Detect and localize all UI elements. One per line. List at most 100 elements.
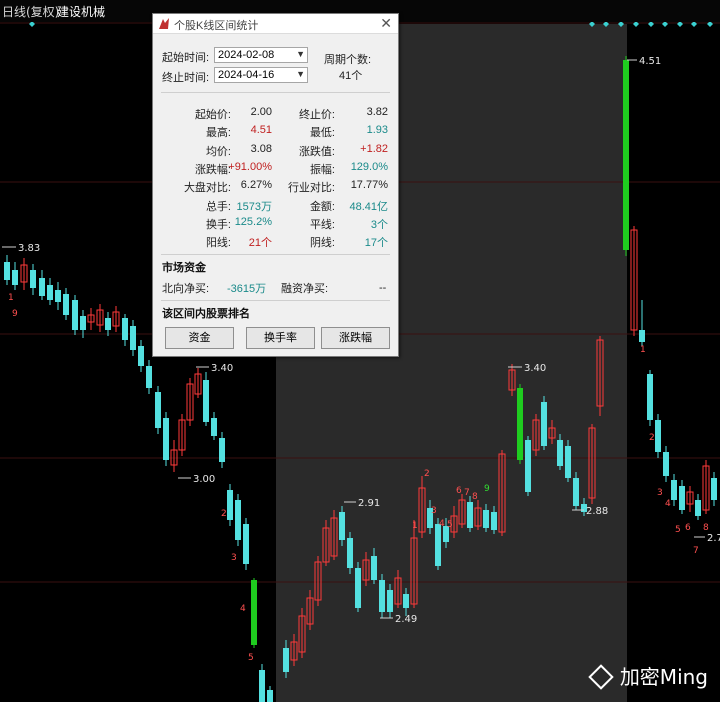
candle-body-down (122, 318, 128, 340)
sequence-count: 7 (693, 546, 699, 556)
candle-body-down (467, 502, 473, 528)
label-2-49: 2.49 (395, 614, 417, 625)
candle-body-down (267, 690, 273, 702)
candle-body-down (155, 392, 161, 428)
chart-type-label[interactable]: 日线(复权) (2, 3, 59, 20)
candle-body-down (283, 648, 289, 672)
candle-body-down (63, 294, 69, 315)
watermark-text: 加密Ming (619, 665, 708, 689)
label-3-40-left: 3.40 (211, 363, 233, 374)
close-icon[interactable]: ✕ (380, 15, 392, 32)
stock-name-label: 建设机械 (57, 5, 106, 19)
end-date-select[interactable]: 2024-04-16 ▼ (214, 67, 308, 83)
label-3-83: 3.83 (18, 243, 40, 254)
candle-body-down (80, 316, 86, 330)
candle-body-down (146, 366, 152, 388)
app-logo-icon (159, 18, 169, 29)
sequence-count: 5 (675, 525, 681, 535)
stat-label: 阴线: (309, 237, 335, 250)
candle-body-down (483, 510, 489, 528)
rank-by-turnover-button[interactable]: 换手率 (246, 327, 315, 349)
rank-by-funds-button[interactable]: 资金 (165, 327, 234, 349)
start-date-value: 2024-02-08 (218, 49, 275, 61)
stat-label: 涨跌幅: (194, 163, 231, 176)
sequence-count: 1 (412, 521, 418, 531)
stat-value: 48.41亿 (349, 200, 388, 213)
candle-body-down (130, 326, 136, 350)
stat-value: 1.93 (366, 124, 388, 137)
sequence-count: 6 (456, 486, 462, 496)
candle-body-down (55, 290, 61, 302)
stat-value: 129.0% (350, 160, 388, 173)
candle-body-down (655, 420, 661, 452)
stat-label: 阳线: (205, 237, 231, 250)
label-2-7: 2.7 (707, 533, 720, 544)
candle-body-highlight (251, 580, 257, 645)
stat-value: +1.82 (360, 142, 388, 155)
candle-body-down (663, 452, 669, 476)
start-time-label: 起始时间: (162, 52, 210, 64)
label-3-00: 3.00 (193, 474, 215, 485)
sequence-count: 8 (703, 523, 709, 533)
interval-stats-dialog[interactable]: 个股K线区间统计 ✕ 起始时间: 2024-02-08 ▼ 终止时间: 2024… (152, 13, 399, 357)
candle-body-down (557, 440, 563, 466)
stat-label: 总手: (205, 200, 231, 213)
watermark: 加密Ming (588, 661, 708, 690)
stat-value: 4.51 (250, 124, 272, 137)
rank-by-change-button[interactable]: 涨跌幅 (321, 327, 390, 349)
margin-net-buy-label: 融资净买: (281, 283, 329, 295)
chevron-down-icon[interactable]: ▼ (296, 69, 305, 79)
divider (161, 300, 390, 301)
candle-body-down (227, 490, 233, 520)
sequence-count: 1 (8, 293, 14, 303)
candle-body-down (259, 670, 265, 702)
period-count-label: 周期个数: (324, 54, 372, 66)
stat-label: 换手: (205, 218, 231, 231)
north-net-buy-value: -3615万 (227, 283, 267, 295)
margin-net-buy-value: -- (379, 282, 387, 294)
candle-body-down (639, 330, 645, 342)
stat-label: 均价: (205, 145, 231, 158)
sequence-count: 4 (439, 519, 445, 529)
stat-value: 3.82 (366, 106, 388, 118)
sequence-count: 1 (640, 345, 646, 355)
candle-body-down (525, 440, 531, 492)
label-2-91: 2.91 (358, 498, 380, 509)
start-date-select[interactable]: 2024-02-08 ▼ (214, 47, 308, 63)
candle-body-down (695, 500, 701, 516)
stat-label: 大盘对比: (183, 182, 231, 195)
candle-body-down (403, 594, 409, 608)
stat-value: 1573万 (236, 200, 272, 213)
candle-body-down (4, 262, 10, 280)
stat-label: 行业对比: (287, 182, 335, 195)
chevron-down-icon[interactable]: ▼ (296, 49, 305, 59)
stat-value: 3.08 (250, 142, 272, 155)
sequence-count: 8 (472, 492, 478, 502)
candle-body-highlight (623, 60, 629, 250)
candle-body-down (243, 524, 249, 564)
candle-body-down (105, 318, 111, 330)
candle-body-down (47, 285, 53, 300)
period-count-value: 41个 (339, 70, 363, 82)
divider (161, 254, 390, 255)
candle-body-down (12, 270, 18, 285)
sequence-count: 2 (424, 469, 430, 479)
sequence-count: 9 (12, 309, 18, 319)
stat-value: 6.27% (240, 179, 272, 192)
stat-label: 最高: (205, 127, 231, 140)
label-2-88: 2.88 (586, 506, 608, 517)
sequence-count: 9 (484, 484, 490, 494)
candle-body-down (435, 524, 441, 566)
candle-body-down (541, 402, 547, 446)
candle-body-down (211, 418, 217, 436)
sequence-count: 2 (221, 509, 227, 519)
sequence-count: 5 (248, 653, 254, 663)
candle-body-down (235, 500, 241, 540)
candle-body-down (565, 446, 571, 478)
dialog-titlebar[interactable]: 个股K线区间统计 ✕ (153, 14, 398, 34)
candle-body-down (203, 380, 209, 422)
stat-value: 3个 (370, 218, 388, 231)
candle-body-highlight (517, 388, 523, 460)
candle-body-down (355, 568, 361, 608)
label-4-51: 4.51 (639, 56, 661, 67)
